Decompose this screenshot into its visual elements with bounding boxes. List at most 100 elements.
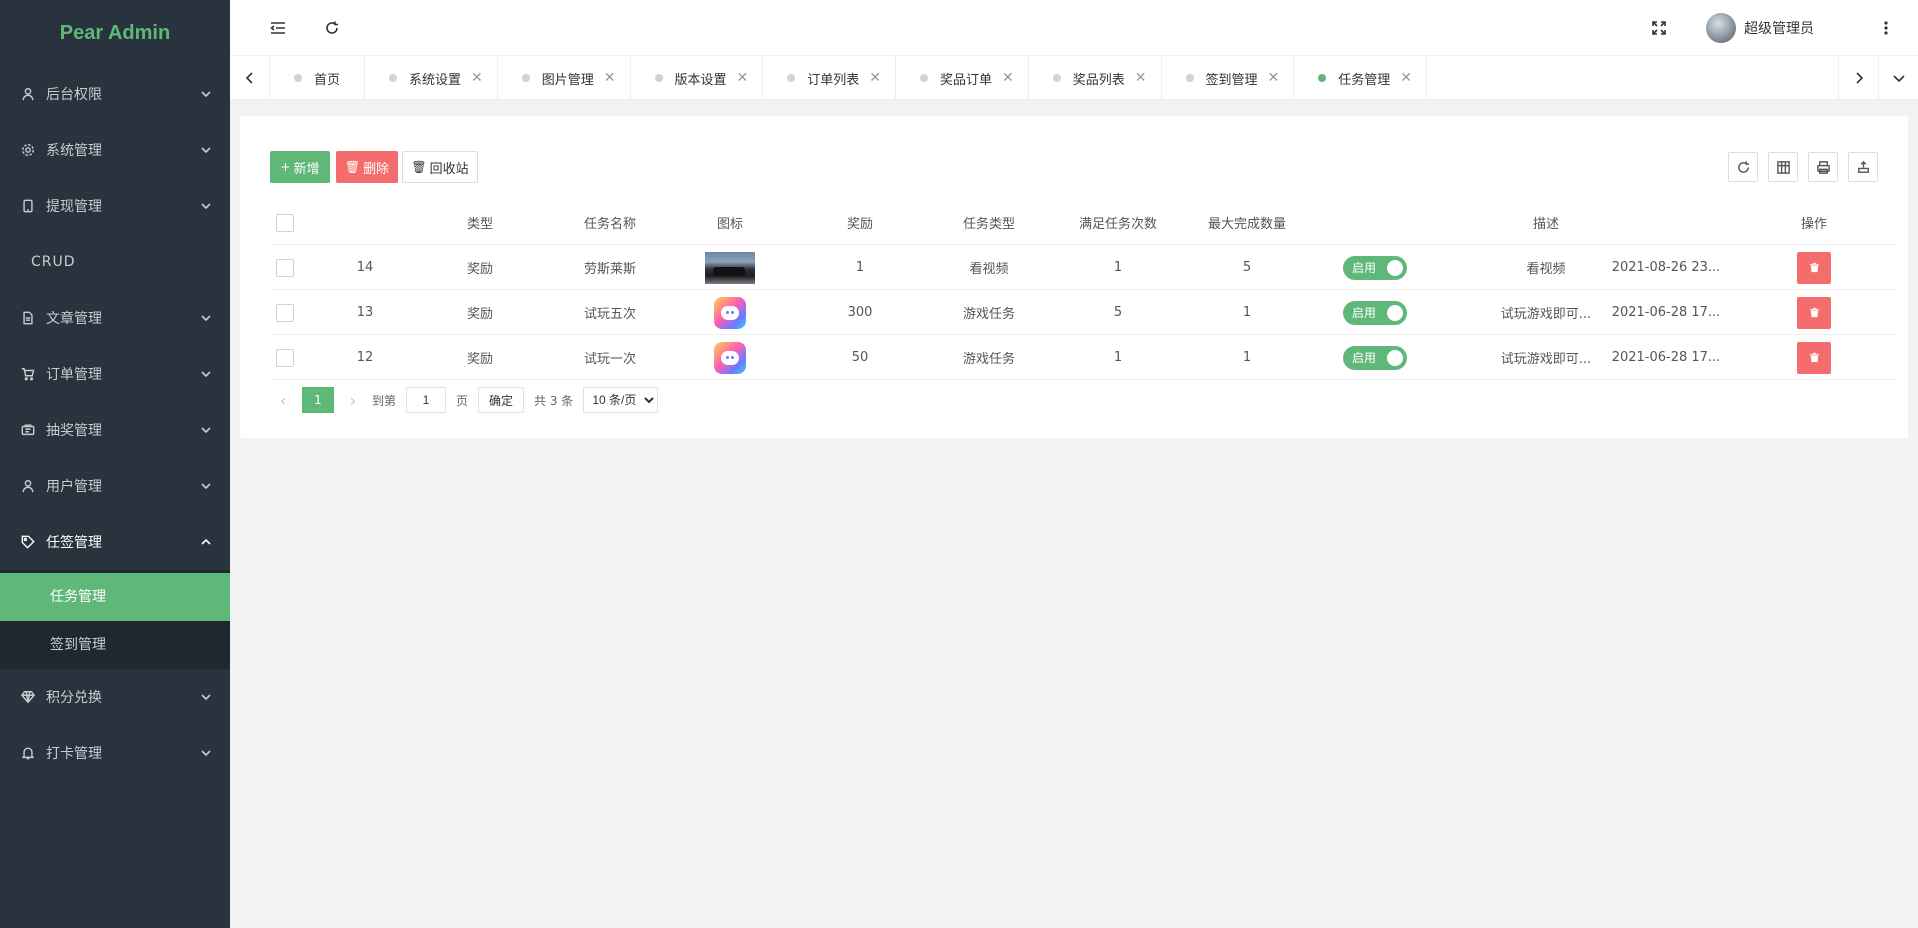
icon-cell <box>690 290 770 335</box>
robot-face-icon <box>721 305 739 320</box>
sidebar-subitem-task-management[interactable]: 任务管理 <box>0 573 230 621</box>
sidebar-item-permissions[interactable]: 后台权限 <box>0 66 230 122</box>
sidebar-item-label: 积分兑换 <box>46 690 102 706</box>
max-count-cell: 1 <box>1242 305 1252 320</box>
tab-home[interactable]: 首页 <box>270 56 366 100</box>
table-row[interactable]: 14 奖励 劳斯莱斯 1 看视频 1 5 启用 看视频 2021-08-26 2… <box>270 245 1896 290</box>
close-icon[interactable]: ✕ <box>1400 70 1412 86</box>
close-icon[interactable]: ✕ <box>737 70 749 86</box>
tab-prize-list[interactable]: 奖品列表 ✕ <box>1029 56 1162 100</box>
status-toggle[interactable]: 启用 <box>1343 300 1407 325</box>
row-checkbox[interactable] <box>276 303 294 322</box>
status-cell: 启用 <box>1330 335 1420 380</box>
next-page-icon[interactable]: › <box>340 391 366 410</box>
tab-image-management[interactable]: 图片管理 ✕ <box>498 56 631 100</box>
column-header[interactable]: 操作 <box>1774 200 1854 245</box>
goto-page-input[interactable] <box>406 387 447 413</box>
recycle-bin-button[interactable]: 🗑 回收站 <box>402 151 478 183</box>
date-cell: 2021-08-26 23... <box>1611 260 1721 275</box>
sidebar-item-points[interactable]: 积分兑换 <box>0 669 230 725</box>
table-header-row: 类型 任务名称 图标 奖励 任务类型 满足任务次数 最大完成数量 描述 操作 <box>270 200 1896 245</box>
export-icon[interactable] <box>1848 152 1878 182</box>
table-row[interactable]: 12 奖励 试玩一次 50 游戏任务 1 1 启用 试玩游戏即可... 2021… <box>270 335 1896 380</box>
app-icon-image[interactable] <box>714 341 746 374</box>
tab-label: 系统设置 <box>409 72 462 88</box>
sidebar-item-lottery[interactable]: 抽奖管理 <box>0 402 230 458</box>
more-vertical-icon[interactable] <box>1871 13 1901 43</box>
row-delete-button[interactable] <box>1797 251 1831 284</box>
table-refresh-icon[interactable] <box>1728 152 1758 182</box>
tab-label: 奖品订单 <box>940 72 993 88</box>
tab-list: 首页 系统设置 ✕ 图片管理 ✕ 版本设置 ✕ 订单列表 ✕ 奖品订单 ✕ 奖品列表 ✕ 签… <box>270 56 1428 100</box>
table-row[interactable]: 13 奖励 试玩五次 300 游戏任务 5 1 启用 试玩游戏即可... 202… <box>270 290 1896 335</box>
row-checkbox[interactable] <box>276 348 294 367</box>
row-delete-button[interactable] <box>1797 341 1831 374</box>
sidebar-subitem-signin-management[interactable]: 签到管理 <box>0 621 230 669</box>
columns-filter-icon[interactable] <box>1768 152 1798 182</box>
close-icon[interactable]: ✕ <box>1135 70 1147 86</box>
sidebar-item-orders[interactable]: 订单管理 <box>0 346 230 402</box>
sidebar-item-label: CRUD <box>31 254 76 270</box>
tab-options-chevron-down-icon[interactable] <box>1878 56 1918 100</box>
sidebar-item-checkin[interactable]: 打卡管理 <box>0 725 230 781</box>
close-icon[interactable]: ✕ <box>471 70 483 86</box>
close-icon[interactable]: ✕ <box>869 70 881 86</box>
user-icon <box>20 478 36 494</box>
tab-prize-orders[interactable]: 奖品订单 ✕ <box>896 56 1029 100</box>
tab-task-management[interactable]: 任务管理 ✕ <box>1294 56 1428 100</box>
menu-collapse-icon[interactable] <box>263 13 293 43</box>
column-header[interactable]: 任务名称 <box>560 200 660 245</box>
column-header[interactable]: 奖励 <box>820 200 900 245</box>
tab-signin-management[interactable]: 签到管理 ✕ <box>1162 56 1295 100</box>
sidebar: Pear Admin 后台权限 系统管理 提现管理 CRUD 文章管理 订单管理 <box>0 0 230 928</box>
row-delete-button[interactable] <box>1797 296 1831 329</box>
user-menu[interactable]: 超级管理员 <box>1706 11 1814 45</box>
print-icon[interactable] <box>1808 152 1838 182</box>
app-logo: Pear Admin <box>59 22 171 44</box>
select-all-checkbox[interactable] <box>276 213 294 232</box>
current-page-button[interactable]: 1 <box>302 387 334 413</box>
sidebar-item-crud[interactable]: CRUD <box>0 234 230 290</box>
chevron-down-icon <box>200 88 212 100</box>
fullscreen-icon[interactable] <box>1644 13 1674 43</box>
status-cell: 启用 <box>1330 290 1420 335</box>
column-header[interactable]: 类型 <box>440 200 520 245</box>
app-icon-image[interactable] <box>714 296 746 329</box>
add-button[interactable]: + 新增 <box>270 151 330 183</box>
tab-scroll-right-icon[interactable] <box>1838 56 1878 100</box>
column-header[interactable]: 最大完成数量 <box>1187 200 1307 245</box>
description-cell: 看视频 <box>1526 262 1566 277</box>
page-size-select[interactable]: 10 条/页 <box>583 387 659 413</box>
date-cell: 2021-06-28 17... <box>1611 305 1721 320</box>
column-header[interactable]: 满足任务次数 <box>1058 200 1178 245</box>
row-checkbox[interactable] <box>276 258 294 277</box>
delete-button[interactable]: 🗑 删除 <box>336 151 398 183</box>
tab-system-settings[interactable]: 系统设置 ✕ <box>365 56 498 100</box>
tab-label: 奖品列表 <box>1072 72 1125 88</box>
sidebar-item-withdraw[interactable]: 提现管理 <box>0 178 230 234</box>
tab-scroll-left-icon[interactable] <box>230 56 270 100</box>
column-header[interactable]: 图标 <box>690 200 770 245</box>
prev-page-icon[interactable]: ‹ <box>270 391 296 410</box>
close-icon[interactable]: ✕ <box>1002 70 1014 86</box>
sidebar-item-label: 用户管理 <box>46 479 102 495</box>
tab-order-list[interactable]: 订单列表 ✕ <box>763 56 897 100</box>
close-icon[interactable]: ✕ <box>604 70 616 86</box>
sidebar-item-articles[interactable]: 文章管理 <box>0 290 230 346</box>
refresh-icon[interactable] <box>317 13 347 43</box>
robot-face-icon <box>721 350 739 365</box>
sidebar-item-tasks-signin[interactable]: 任签管理 <box>0 514 230 570</box>
type-cell: 奖励 <box>466 262 493 277</box>
sidebar-item-users[interactable]: 用户管理 <box>0 458 230 514</box>
column-header[interactable]: 任务类型 <box>939 200 1039 245</box>
chevron-down-icon <box>200 691 212 703</box>
goto-confirm-button[interactable]: 确定 <box>478 387 525 413</box>
close-icon[interactable]: ✕ <box>1268 70 1280 86</box>
tab-version-settings[interactable]: 版本设置 ✕ <box>631 56 764 100</box>
reward-cell: 50 <box>851 350 869 365</box>
sidebar-item-system[interactable]: 系统管理 <box>0 122 230 178</box>
car-image[interactable] <box>705 251 755 284</box>
status-toggle[interactable]: 启用 <box>1343 255 1407 280</box>
column-header[interactable]: 描述 <box>1496 200 1596 245</box>
status-toggle[interactable]: 启用 <box>1343 345 1407 370</box>
